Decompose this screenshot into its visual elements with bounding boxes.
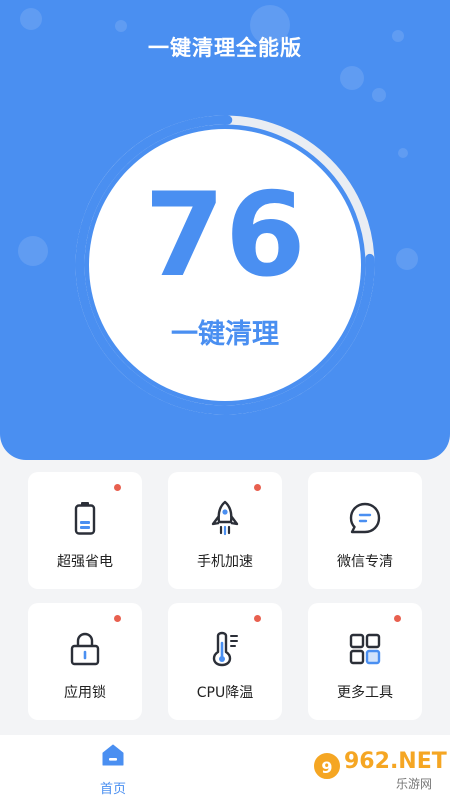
decor-bubble (18, 236, 48, 266)
tab-home-label: 首页 (99, 782, 126, 797)
tool-label: 更多工具 (337, 685, 393, 701)
tool-label: 手机加速 (197, 554, 253, 570)
tool-more-tools[interactable]: 更多工具 (308, 603, 422, 720)
chat-bubble-icon (349, 502, 381, 534)
notification-dot (254, 484, 261, 491)
notification-dot (254, 615, 261, 622)
home-icon (102, 744, 124, 766)
watermark-badge: 9 (312, 751, 342, 781)
watermark-brand: 962.NET (344, 749, 447, 774)
watermark-sub: 乐游网 (396, 777, 433, 791)
app-title: 一键清理全能版 (148, 36, 302, 60)
tool-wechat-clean[interactable]: 微信专清 (308, 472, 422, 589)
notification-dot (114, 615, 121, 622)
decor-bubble (340, 66, 364, 90)
decor-bubble (398, 148, 408, 158)
notification-dot (394, 615, 401, 622)
decor-bubble (396, 248, 418, 270)
tool-power-saving[interactable]: 超强省电 (28, 472, 142, 589)
tool-label: 微信专清 (337, 554, 393, 570)
bottom-tab-bar: 首页 9 962.NET 乐游网 (0, 735, 450, 800)
tool-phone-boost[interactable]: 手机加速 (168, 472, 282, 589)
tool-label: CPU降温 (196, 685, 254, 701)
tool-label: 应用锁 (64, 685, 106, 701)
site-watermark: 9 962.NET 乐游网 (312, 749, 447, 791)
lock-icon (70, 632, 100, 666)
hero-panel: 一键清理全能版 76 一键清理 (0, 0, 450, 460)
clean-gauge[interactable]: 76 一键清理 (60, 100, 390, 430)
tool-label: 超强省电 (57, 554, 113, 570)
health-score: 76 (144, 168, 306, 303)
rocket-icon (211, 500, 239, 536)
thermometer-icon (212, 631, 238, 667)
tab-home[interactable]: 首页 (88, 743, 138, 797)
tool-app-lock[interactable]: 应用锁 (28, 603, 142, 720)
notification-dot (114, 484, 121, 491)
tool-cpu-cooling[interactable]: CPU降温 (168, 603, 282, 720)
battery-icon (74, 502, 96, 535)
decor-bubble (20, 8, 42, 30)
grid-icon (349, 633, 381, 665)
one-click-clean-button[interactable]: 一键清理 (60, 312, 390, 351)
decor-bubble (115, 20, 127, 32)
